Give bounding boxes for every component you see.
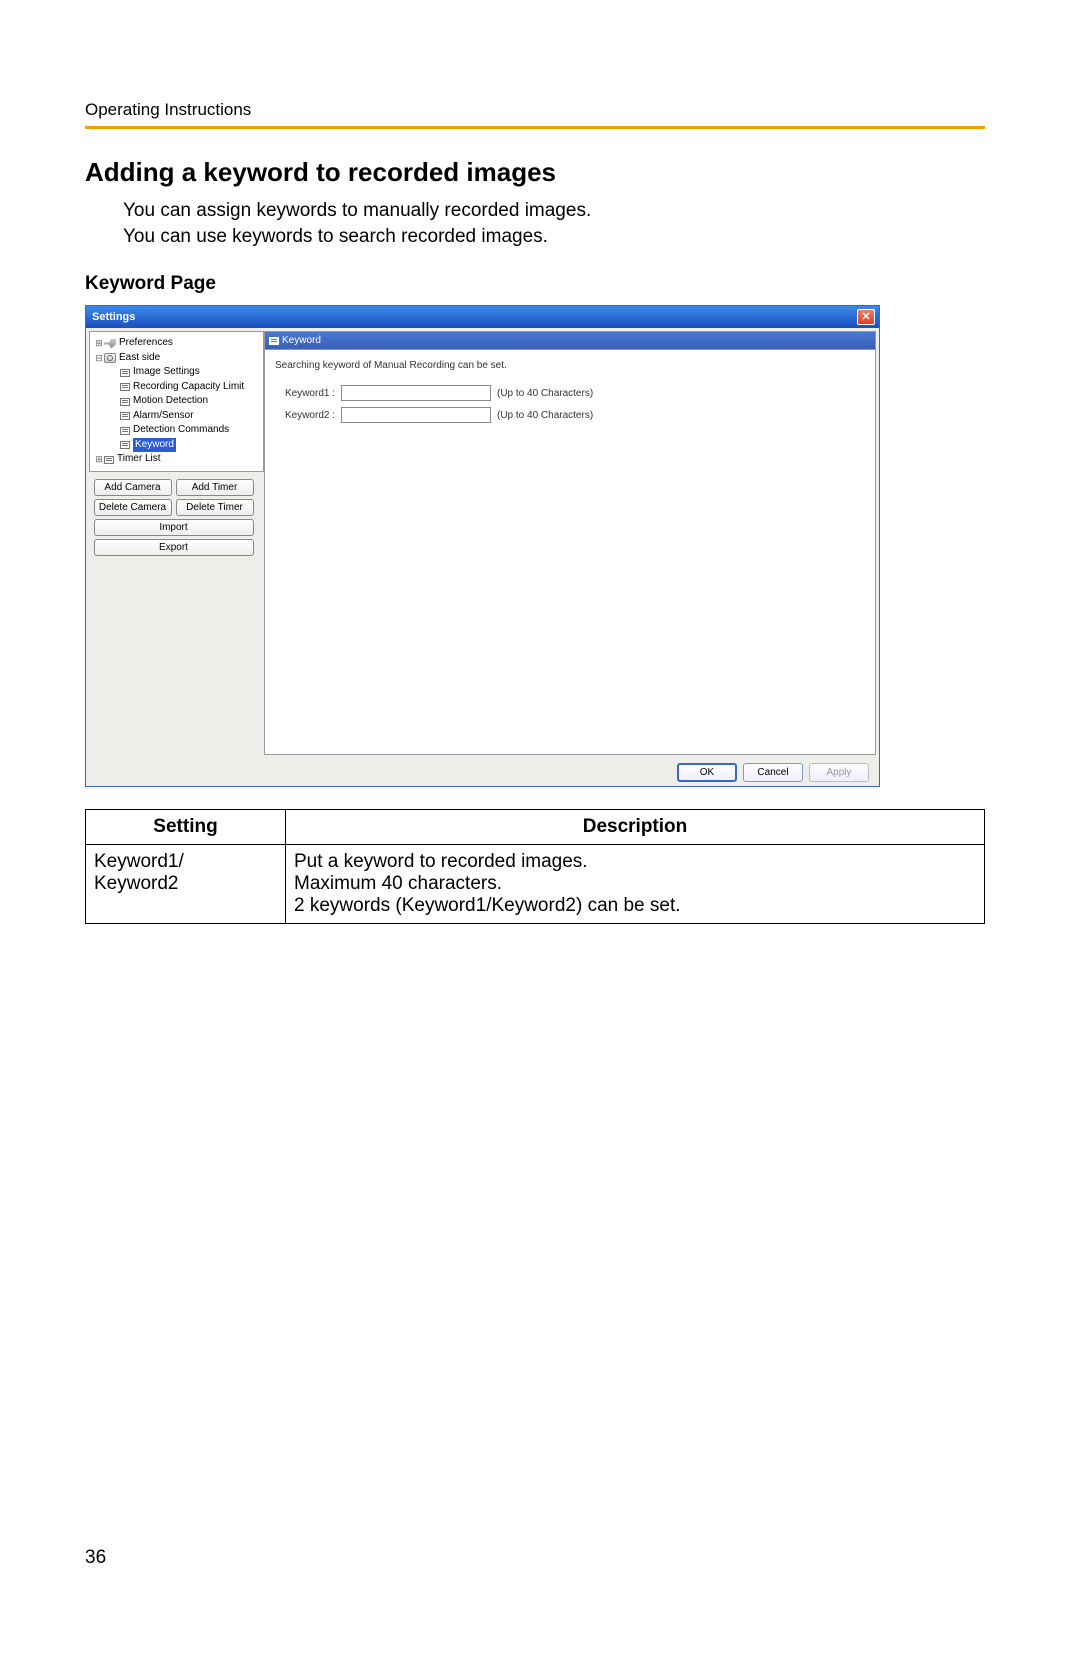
window-title: Settings xyxy=(92,311,857,323)
section-subtitle: Keyword Page xyxy=(85,273,985,295)
desc-line: Maximum 40 characters. xyxy=(294,873,976,895)
page-title: Adding a keyword to recorded images xyxy=(85,157,985,188)
setting-line: Keyword1/ xyxy=(94,851,277,873)
tree-item-preferences[interactable]: ⊞ Preferences xyxy=(92,336,261,351)
expand-icon[interactable]: ⊞ xyxy=(94,453,104,466)
table-row: Keyword1/ Keyword2 Put a keyword to reco… xyxy=(86,845,985,924)
tree-item-timer-list[interactable]: ⊞ Timer List xyxy=(92,452,261,467)
dialog-footer: OK Cancel Apply xyxy=(86,758,879,786)
tree-item-motion-detection[interactable]: Motion Detection xyxy=(92,394,261,409)
keyword2-input[interactable] xyxy=(341,407,491,423)
tree-label: Motion Detection xyxy=(133,394,208,409)
keyword-panel-header: Keyword xyxy=(264,331,876,349)
camera-icon xyxy=(104,353,116,363)
table-cell-setting: Keyword1/ Keyword2 xyxy=(86,845,286,924)
table-header-setting: Setting xyxy=(86,810,286,845)
tree-label: Preferences xyxy=(119,336,173,351)
node-icon xyxy=(269,337,279,345)
panel-title: Keyword xyxy=(282,335,321,346)
delete-timer-button[interactable]: Delete Timer xyxy=(176,499,254,516)
node-icon xyxy=(120,441,130,449)
keyword2-hint: (Up to 40 Characters) xyxy=(497,410,593,421)
document-header: Operating Instructions xyxy=(85,100,985,120)
page-number: 36 xyxy=(85,1547,106,1569)
tree-item-image-settings[interactable]: Image Settings xyxy=(92,365,261,380)
delete-camera-button[interactable]: Delete Camera xyxy=(94,499,172,516)
cancel-button[interactable]: Cancel xyxy=(743,763,803,782)
side-button-group: Add Camera Add Timer Delete Camera Delet… xyxy=(86,475,261,567)
intro-line-2: You can use keywords to search recorded … xyxy=(123,224,985,250)
tree-item-recording-capacity[interactable]: Recording Capacity Limit xyxy=(92,380,261,395)
node-icon xyxy=(120,412,130,420)
table-cell-description: Put a keyword to recorded images. Maximu… xyxy=(286,845,985,924)
apply-button[interactable]: Apply xyxy=(809,763,869,782)
import-button[interactable]: Import xyxy=(94,519,254,536)
node-icon xyxy=(120,398,130,406)
desc-line: Put a keyword to recorded images. xyxy=(294,851,976,873)
expand-icon[interactable]: ⊞ xyxy=(94,337,104,350)
tree-label: Recording Capacity Limit xyxy=(133,380,244,395)
tree-item-keyword[interactable]: Keyword xyxy=(92,438,261,453)
export-button[interactable]: Export xyxy=(94,539,254,556)
keyword1-input[interactable] xyxy=(341,385,491,401)
desc-line: 2 keywords (Keyword1/Keyword2) can be se… xyxy=(294,895,976,917)
node-icon xyxy=(120,427,130,435)
divider-rule xyxy=(85,126,985,129)
intro-line-1: You can assign keywords to manually reco… xyxy=(123,198,985,224)
settings-tree[interactable]: ⊞ Preferences ⊟ East side Image Settings… xyxy=(89,331,264,472)
tree-label: Timer List xyxy=(117,452,161,467)
node-icon xyxy=(120,369,130,377)
tree-item-alarm-sensor[interactable]: Alarm/Sensor xyxy=(92,409,261,424)
tree-label: Image Settings xyxy=(133,365,200,380)
ok-button[interactable]: OK xyxy=(677,763,737,782)
table-header-description: Description xyxy=(286,810,985,845)
tree-label-selected: Keyword xyxy=(133,438,176,453)
keyword-panel: Keyword Searching keyword of Manual Reco… xyxy=(264,331,876,755)
keyword1-label: Keyword1 : xyxy=(275,388,335,399)
tree-item-eastside[interactable]: ⊟ East side xyxy=(92,351,261,366)
node-icon xyxy=(104,456,114,464)
tree-label: East side xyxy=(119,351,160,366)
collapse-icon[interactable]: ⊟ xyxy=(94,352,104,365)
node-icon xyxy=(120,383,130,391)
description-table: Setting Description Keyword1/ Keyword2 P… xyxy=(85,809,985,924)
panel-description: Searching keyword of Manual Recording ca… xyxy=(275,360,865,371)
tree-item-detection-commands[interactable]: Detection Commands xyxy=(92,423,261,438)
setting-line: Keyword2 xyxy=(94,873,277,895)
add-camera-button[interactable]: Add Camera xyxy=(94,479,172,496)
intro-text: You can assign keywords to manually reco… xyxy=(123,198,985,249)
settings-window: Settings ✕ ⊞ Preferences ⊟ East side I xyxy=(85,305,880,787)
keyword1-hint: (Up to 40 Characters) xyxy=(497,388,593,399)
tree-label: Detection Commands xyxy=(133,423,229,438)
keyword2-label: Keyword2 : xyxy=(275,410,335,421)
add-timer-button[interactable]: Add Timer xyxy=(176,479,254,496)
wrench-icon xyxy=(104,339,116,349)
close-icon: ✕ xyxy=(861,312,870,323)
close-button[interactable]: ✕ xyxy=(857,309,875,325)
window-titlebar[interactable]: Settings ✕ xyxy=(86,306,879,328)
tree-label: Alarm/Sensor xyxy=(133,409,194,424)
